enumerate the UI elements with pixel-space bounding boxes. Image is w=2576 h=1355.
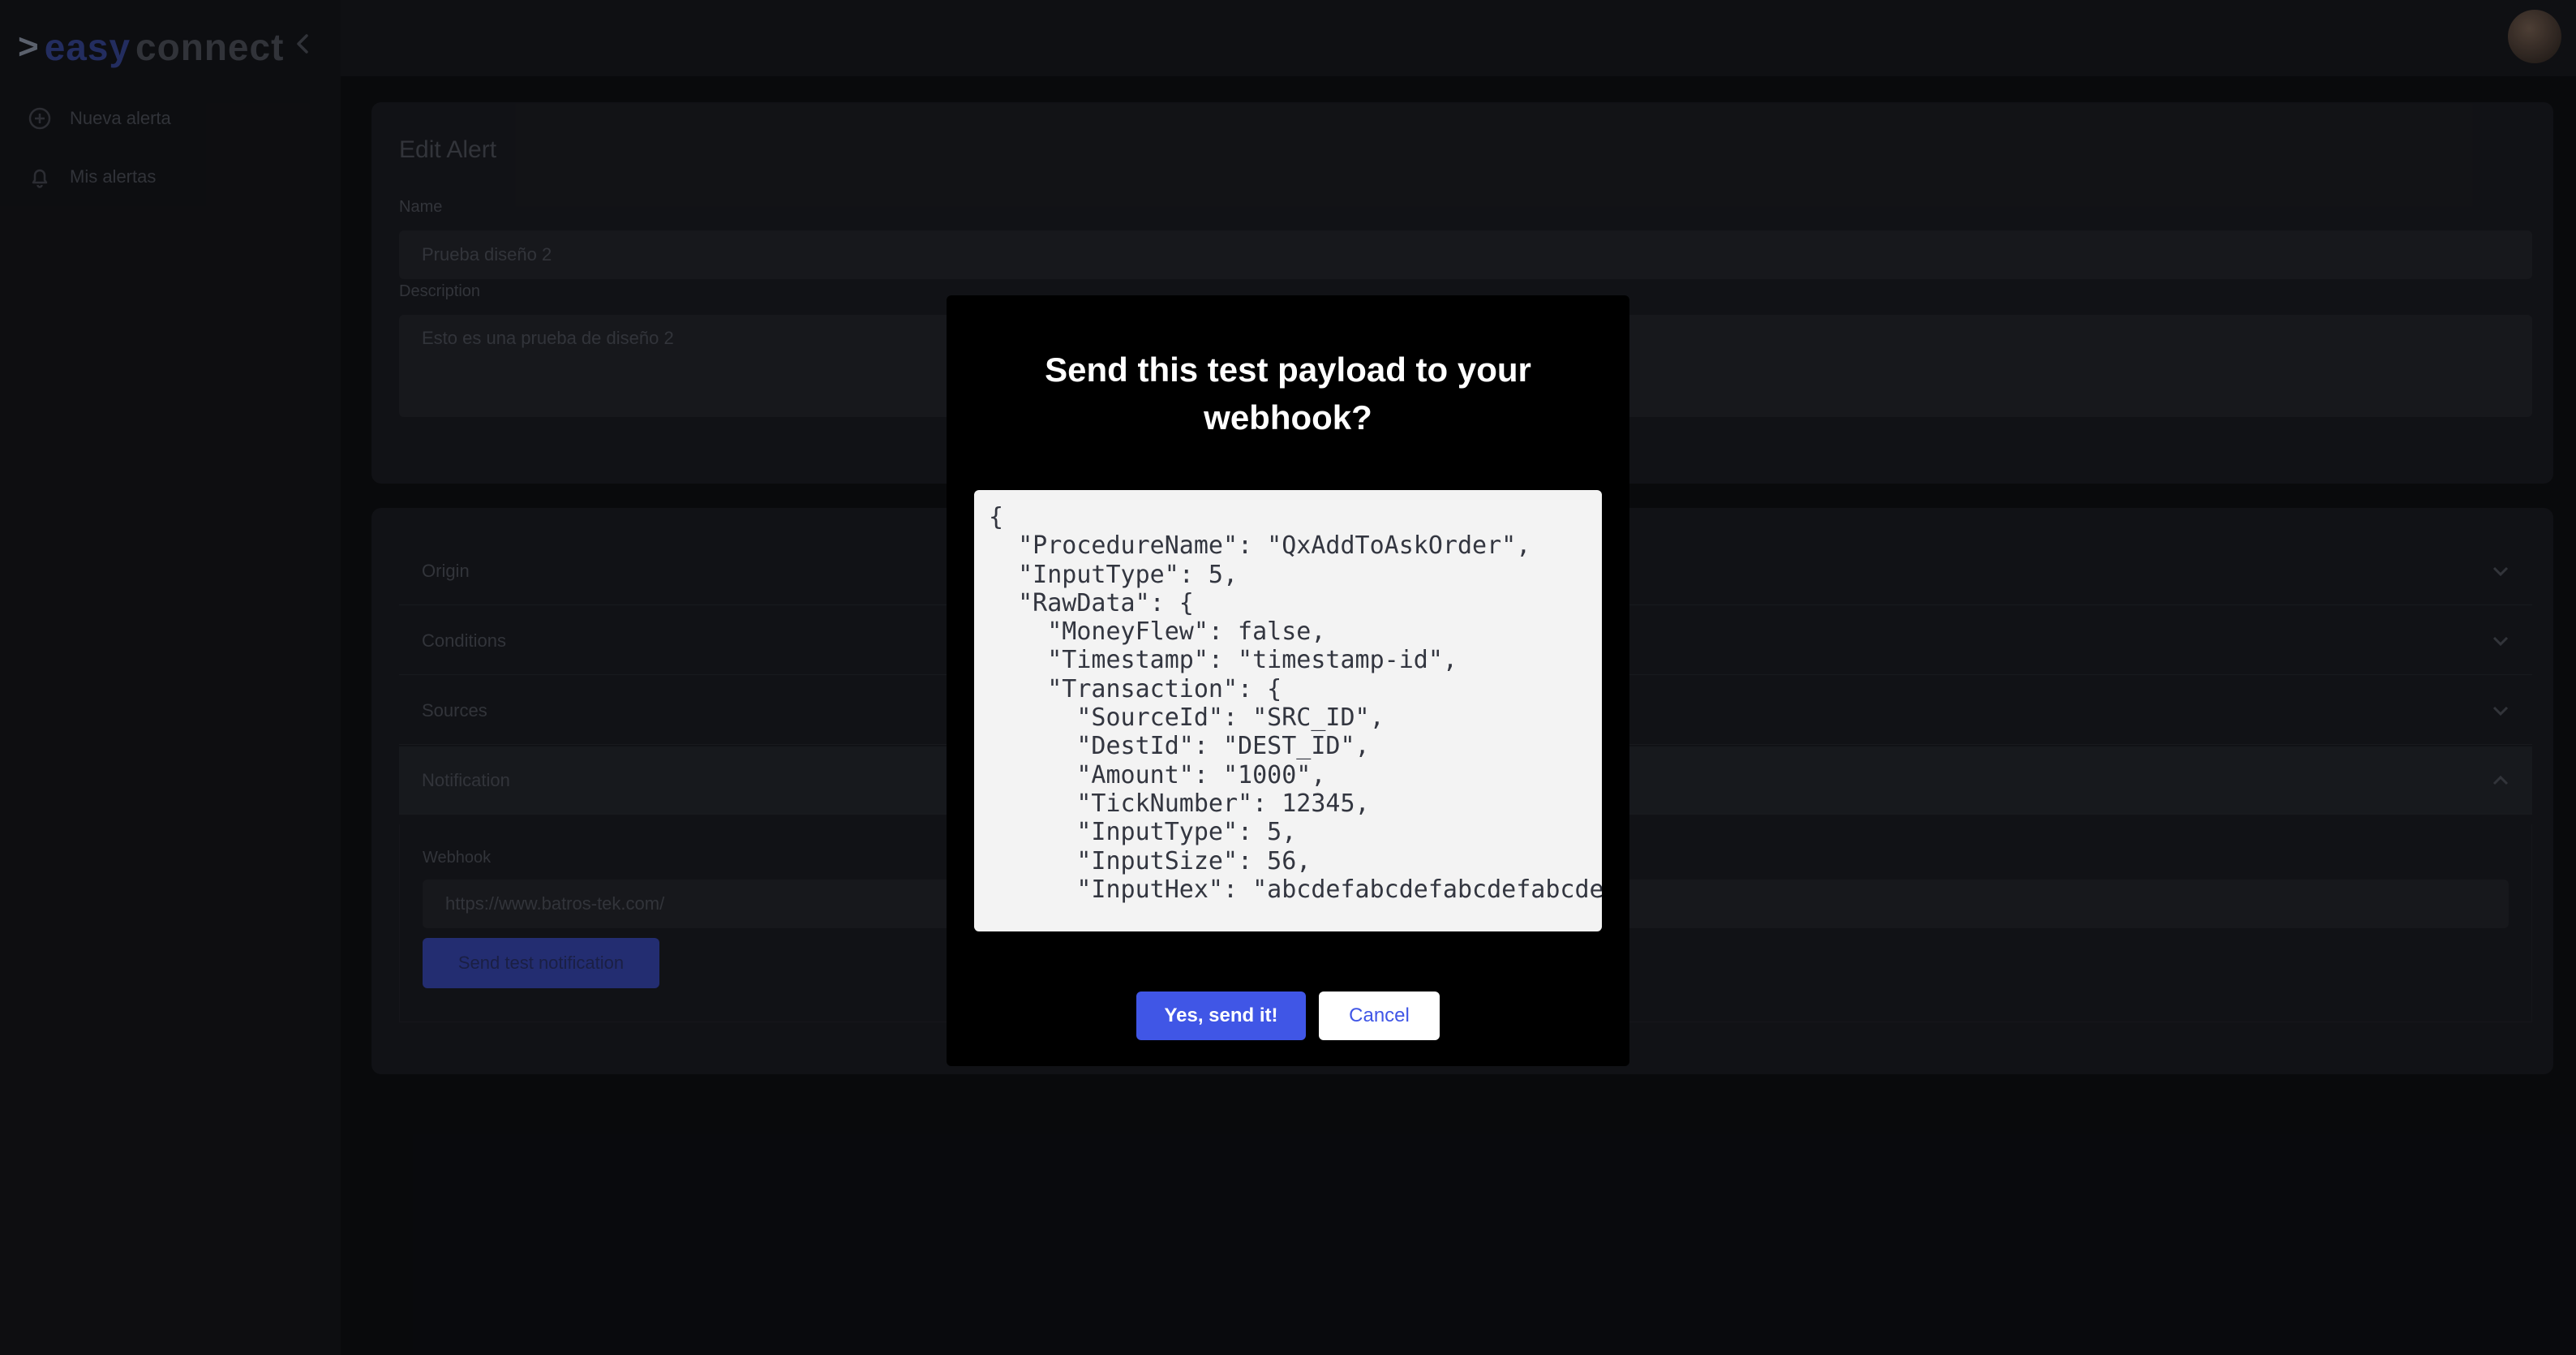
modal-title: Send this test payload to your webhook? <box>1045 351 1531 437</box>
confirm-send-button[interactable]: Yes, send it! <box>1136 992 1306 1040</box>
cancel-button[interactable]: Cancel <box>1319 992 1440 1040</box>
payload-preview[interactable]: { "ProcedureName": "QxAddToAskOrder", "I… <box>974 490 1602 931</box>
modal-actions: Yes, send it! Cancel <box>947 992 1629 1040</box>
app-root: > easy connect Nueva alerta Mis alertas … <box>0 0 2576 1355</box>
confirm-modal: Send this test payload to your webhook? … <box>947 295 1629 1066</box>
